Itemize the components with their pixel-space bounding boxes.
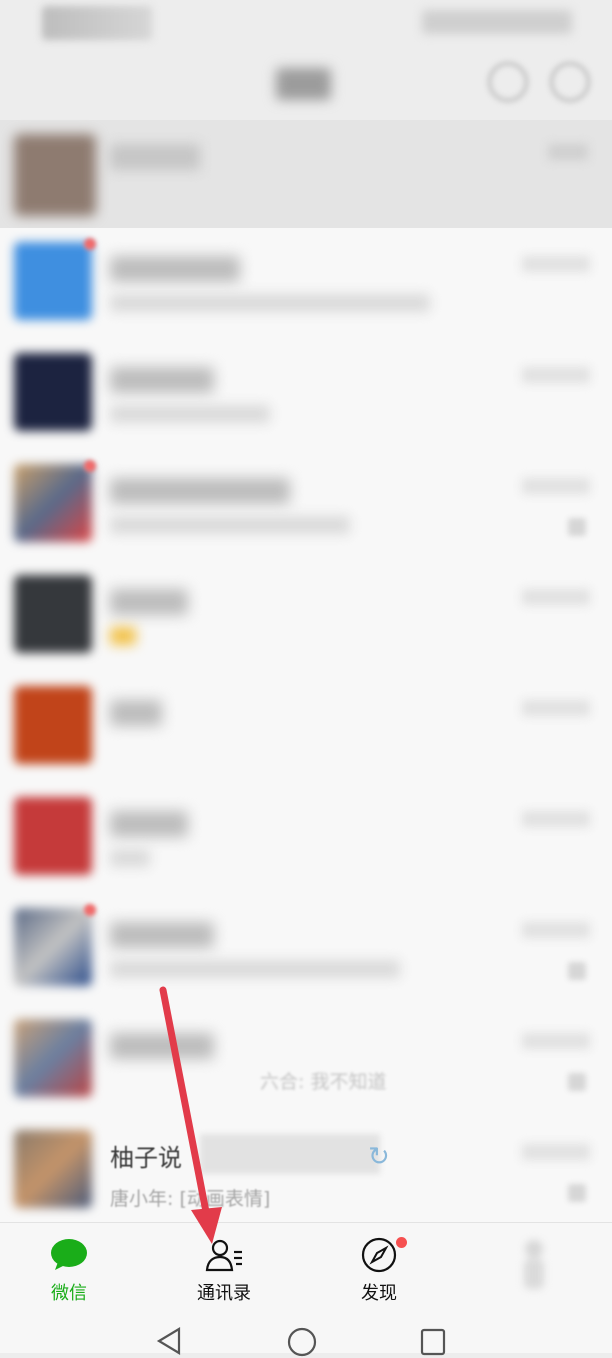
emoji-preview-blurred <box>110 627 136 645</box>
chat-preview-blurred <box>110 405 270 423</box>
avatar <box>14 353 92 431</box>
chat-preview-blurred <box>110 960 400 978</box>
unread-dot <box>84 904 96 916</box>
chat-time-blurred <box>522 1144 590 1160</box>
chat-name-blurred <box>110 478 290 504</box>
chat-preview: 唐小年: [动画表情] <box>110 1188 271 1210</box>
compass-icon <box>361 1237 397 1273</box>
avatar <box>14 575 92 653</box>
person-icon <box>524 1240 544 1289</box>
pinned-chat-row[interactable] <box>0 120 612 228</box>
chat-time-blurred <box>522 922 590 938</box>
chat-row-youzi[interactable]: 柚子说 ↻ 唐小年: [动画表情] <box>0 1116 612 1227</box>
plus-circle-icon[interactable] <box>550 62 590 102</box>
chat-row[interactable] <box>0 228 612 339</box>
chat-name: 柚子说 <box>110 1144 182 1172</box>
unread-dot <box>84 460 96 472</box>
chat-time-blurred <box>522 589 590 605</box>
chat-time-blurred <box>548 144 588 160</box>
chat-name-blurred <box>110 367 214 393</box>
chat-row[interactable] <box>0 783 612 894</box>
chat-row[interactable] <box>0 339 612 450</box>
chat-name-blurred <box>110 811 188 837</box>
mute-icon <box>568 518 586 536</box>
chat-name-blurred <box>110 589 188 615</box>
chat-row[interactable] <box>0 450 612 561</box>
refresh-icon: ↻ <box>368 1142 390 1172</box>
chat-name-blurred <box>110 144 200 170</box>
home-circle-icon[interactable] <box>286 1326 318 1358</box>
chat-row[interactable] <box>0 894 612 1005</box>
chat-preview-blurred <box>110 294 430 312</box>
chat-name-blurred <box>200 1134 380 1174</box>
chat-preview-partial: 六合: 我不知道 <box>110 1067 386 1093</box>
mute-icon <box>568 962 586 980</box>
chat-row[interactable] <box>0 672 612 783</box>
page-title <box>276 68 331 100</box>
chat-name-blurred <box>110 700 162 726</box>
tab-discover-label: 发现 <box>361 1283 397 1304</box>
chat-time-blurred <box>522 700 590 716</box>
avatar <box>14 686 92 764</box>
search-icon[interactable] <box>488 62 528 102</box>
chat-name-blurred <box>110 922 214 948</box>
signal-indicator <box>42 6 152 40</box>
avatar <box>14 797 92 875</box>
chat-name-blurred <box>110 1033 214 1059</box>
chat-time-blurred <box>522 478 590 494</box>
chat-time-blurred <box>522 367 590 383</box>
unread-dot <box>84 238 96 250</box>
system-nav-bar <box>0 1308 612 1357</box>
chat-time-blurred <box>522 811 590 827</box>
avatar <box>14 464 92 542</box>
chat-time-blurred <box>522 1033 590 1049</box>
tab-chats[interactable]: 微信 <box>14 1231 124 1305</box>
chat-row[interactable] <box>0 561 612 672</box>
contacts-icon <box>205 1239 242 1272</box>
avatar <box>14 242 92 320</box>
avatar <box>14 1019 92 1097</box>
back-triangle-icon[interactable] <box>155 1326 183 1356</box>
chat-preview-blurred <box>110 516 350 534</box>
chat-row[interactable]: 六合: 我不知道 <box>0 1005 612 1116</box>
discover-badge <box>396 1237 407 1248</box>
avatar <box>14 908 92 986</box>
tab-contacts[interactable]: 通讯录 <box>169 1231 279 1305</box>
chat-time-blurred <box>522 256 590 272</box>
tab-me[interactable] <box>479 1231 589 1305</box>
chat-list: 六合: 我不知道 柚子说 ↻ 唐小年: [动画表情] <box>0 228 612 1222</box>
chat-name-blurred <box>110 256 240 282</box>
chat-preview-blurred <box>110 849 150 867</box>
tab-contacts-label: 通讯录 <box>197 1283 251 1304</box>
top-bar <box>0 50 612 120</box>
avatar <box>14 134 96 216</box>
battery-indicator <box>422 10 572 34</box>
tab-discover[interactable]: 发现 <box>324 1231 434 1305</box>
bottom-tab-bar: 微信 通讯录 发现 <box>0 1222 612 1309</box>
tab-chats-label: 微信 <box>51 1283 87 1304</box>
avatar <box>14 1130 92 1208</box>
status-bar <box>0 0 612 50</box>
chat-bubble-icon <box>51 1239 87 1270</box>
mute-icon <box>568 1184 586 1202</box>
chat-preview-text: 六合: 我不知道 <box>260 1071 387 1093</box>
mute-icon <box>568 1073 586 1091</box>
recents-square-icon[interactable] <box>420 1328 446 1356</box>
